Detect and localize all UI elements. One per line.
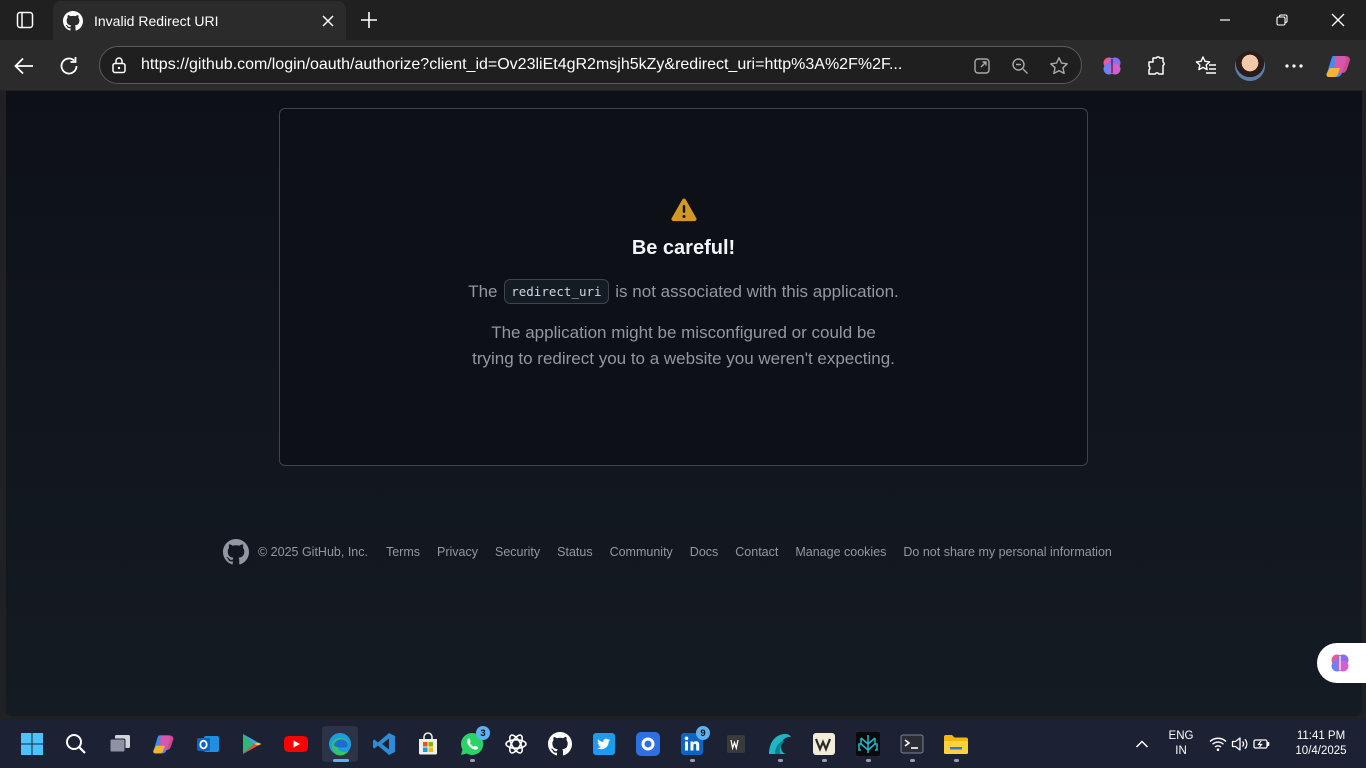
play-store-icon[interactable] [234,726,270,762]
linkedin-badge: 9 [696,726,710,740]
task-view-icon[interactable] [102,726,138,762]
site-footer: © 2025 GitHub, Inc. Terms Privacy Securi… [223,539,1112,565]
github-icon [63,10,83,31]
clock[interactable]: 11:41 PM 10/4/2025 [1283,729,1359,759]
page-title: Be careful! [631,237,736,259]
message-prefix: The [468,282,498,301]
search-icon[interactable] [58,726,94,762]
tab-actions-icon[interactable] [10,6,40,34]
word-app-icon[interactable] [718,726,754,762]
edge-browser-icon[interactable] [322,726,358,762]
windows-taskbar: 3 9 ENG IN 11:41 PM 10/4/2025 [0,720,1366,768]
github-desktop-icon[interactable] [542,726,578,762]
zoom-icon[interactable] [1010,56,1030,76]
active-tab[interactable]: Invalid Redirect URI [53,1,346,40]
message-suffix: is not associated with this application. [615,282,899,301]
redirect-uri-code: redirect_uri [504,279,609,304]
tab-bar: Invalid Redirect URI [0,0,1366,40]
footer-link-status[interactable]: Status [557,545,592,559]
volume-icon [1231,737,1248,751]
battery-charging-icon [1253,739,1270,749]
error-message: The redirect_uri is not associated with … [280,279,1087,304]
twitter-icon[interactable] [586,726,622,762]
close-tab-icon[interactable] [313,6,343,36]
linkedin-icon[interactable]: 9 [674,726,710,762]
error-card: Be careful! The redirect_uri is not asso… [279,108,1088,466]
language-region: IN [1175,745,1187,757]
profile-avatar[interactable] [1235,51,1265,81]
wifi-icon [1209,737,1227,751]
footer-link-manage-cookies[interactable]: Manage cookies [795,545,886,559]
favorites-icon[interactable] [1190,50,1222,82]
url-text[interactable]: https://github.com/login/oauth/authorize… [141,56,961,74]
notion-like-app-icon[interactable] [806,726,842,762]
explanation-line-1: The application might be misconfigured o… [491,323,876,342]
vscode-icon[interactable] [366,726,402,762]
chatgpt-icon[interactable] [498,726,534,762]
system-tray-status[interactable] [1206,726,1274,762]
signal-app-icon[interactable] [630,726,666,762]
floating-brain-button[interactable] [1317,643,1366,683]
lock-icon[interactable] [109,55,129,75]
open-in-app-icon[interactable] [972,56,992,76]
browser-toolbar: https://github.com/login/oauth/authorize… [0,40,1366,90]
explanation-line-2: trying to redirect you to a website you … [472,349,895,368]
error-explanation: The application might be misconfigured o… [280,320,1087,372]
outlook-icon[interactable] [190,726,226,762]
perplexity-icon[interactable] [850,726,886,762]
tab-title: Invalid Redirect URI [94,12,219,29]
terminal-icon[interactable] [894,726,930,762]
favorite-star-icon[interactable] [1049,56,1069,76]
whatsapp-icon[interactable]: 3 [454,726,490,762]
new-tab-icon[interactable] [354,5,384,35]
footer-link-contact[interactable]: Contact [735,545,778,559]
address-bar[interactable]: https://github.com/login/oauth/authorize… [99,46,1082,84]
footer-link-security[interactable]: Security [495,545,540,559]
footer-link-terms[interactable]: Terms [386,545,420,559]
minimize-icon[interactable] [1198,0,1252,40]
microsoft-store-icon[interactable] [410,726,446,762]
brain-icon [1331,654,1349,672]
footer-copyright: © 2025 GitHub, Inc. [258,545,368,559]
more-options-icon[interactable] [1278,50,1310,82]
refresh-icon[interactable] [53,50,85,82]
footer-link-privacy[interactable]: Privacy [437,545,478,559]
footer-link-do-not-share[interactable]: Do not share my personal information [903,545,1111,559]
youtube-icon[interactable] [278,726,314,762]
footer-link-docs[interactable]: Docs [690,545,718,559]
extensions-puzzle-icon[interactable] [1140,50,1172,82]
wave-app-icon[interactable] [762,726,798,762]
footer-link-community[interactable]: Community [610,545,673,559]
start-windows-icon[interactable] [14,726,50,762]
close-window-icon[interactable] [1311,0,1365,40]
input-language[interactable]: ENG IN [1163,729,1199,759]
github-logo-icon[interactable] [223,539,249,565]
whatsapp-badge: 3 [476,726,490,740]
restore-icon[interactable] [1255,0,1309,40]
clock-time: 11:41 PM [1296,730,1346,742]
brain-extension-icon[interactable] [1096,50,1128,82]
show-hidden-icons-chevron-icon[interactable] [1125,726,1159,762]
language-code: ENG [1168,730,1194,742]
copilot-app-icon[interactable] [146,726,182,762]
copilot-icon[interactable] [1323,50,1355,82]
clock-date: 10/4/2025 [1295,745,1347,757]
back-arrow-icon[interactable] [8,50,40,82]
page-viewport: Be careful! The redirect_uri is not asso… [6,91,1362,716]
warning-icon [671,198,697,222]
file-explorer-icon[interactable] [938,726,974,762]
